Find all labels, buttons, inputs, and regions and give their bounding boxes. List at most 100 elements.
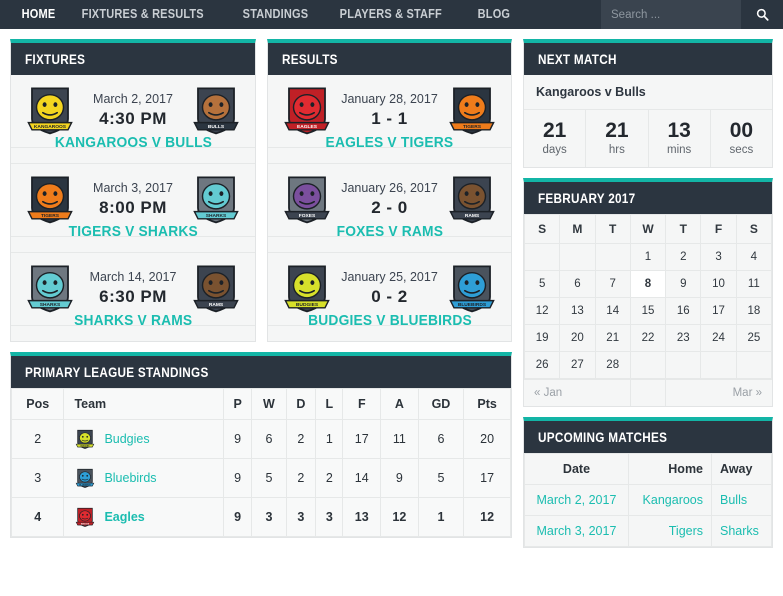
calendar-day-3[interactable]: 3 [700,243,737,272]
nav-item-home[interactable]: Home [12,0,65,29]
search-input[interactable] [611,8,741,21]
standings-for: 13 [342,497,382,537]
team-crest-rams: RAMS [193,265,239,313]
upcoming-date[interactable]: March 3, 2017 [524,515,629,548]
standings-team-cell: EAGLES Eagles [63,497,224,537]
calendar-day-10[interactable]: 10 [700,270,737,299]
search-area [601,0,783,29]
calendar-day-24[interactable]: 24 [700,324,737,353]
calendar-empty-cell [665,351,702,380]
upcoming-header-row: Date Home Away [524,453,772,486]
standings-goal-difference: 5 [417,458,465,498]
calendar-day-14[interactable]: 14 [594,297,631,326]
top-navigation-bar: Home Fixtures & Results Standings Players &… [0,0,783,29]
standings-col-f: F [342,388,382,420]
calendar-day-25[interactable]: 25 [735,324,772,353]
fixture-details: March 14, 2017 6:30 PM [77,270,189,307]
standings-team-link[interactable]: Budgies [104,432,149,446]
upcoming-row: March 2, 2017 Kangaroos Bulls [524,484,772,517]
calendar-panel-title: February 2017 [524,182,772,215]
upcoming-away-team[interactable]: Bulls [711,484,772,517]
calendar-day-6[interactable]: 6 [559,270,596,299]
calendar-weekday-2: T [594,214,631,245]
calendar-weekday-3: W [629,214,667,245]
upcoming-panel-title: Upcoming Matches [524,421,772,454]
result-details: January 26, 2017 2 - 0 [334,181,445,218]
svg-text:BLUEBIRDS: BLUEBIRDS [80,484,92,486]
standings-body: 2 BUDGIES Budgies 9 6 2 1 17 11 6 20 3 B… [11,419,511,537]
calendar-week-row: 1234 [524,243,772,272]
countdown-label: hrs [608,144,625,157]
upcoming-row: March 3, 2017 Tigers Sharks [524,515,772,548]
upcoming-home-team[interactable]: Kangaroos [627,484,713,517]
calendar-day-20[interactable]: 20 [559,324,596,353]
standings-col-d: D [285,388,317,420]
calendar-day-26[interactable]: 26 [524,351,561,380]
results-panel: Results EAGLES January 28, 2017 1 - 1 TI… [267,39,512,342]
calendar-nav-spacer [631,380,666,407]
nav-item-blog[interactable]: Blog [468,0,520,29]
calendar-day-9[interactable]: 9 [665,270,702,299]
standings-team-link[interactable]: Bluebirds [104,471,156,485]
fixture-item: SHARKS March 14, 2017 6:30 PM RAMS Shark… [11,253,255,341]
calendar-next-month[interactable]: Mar » [666,380,772,406]
calendar-day-8[interactable]: 8 [629,270,667,299]
nav-item-players-staff[interactable]: Players & Staff [330,0,452,29]
calendar-weekday-6: S [735,214,772,245]
standings-team-link[interactable]: Eagles [104,510,144,524]
calendar-day-17[interactable]: 17 [700,297,737,326]
calendar-day-27[interactable]: 27 [559,351,596,380]
search-submit-button[interactable] [741,0,783,29]
upcoming-date[interactable]: March 2, 2017 [524,484,629,517]
standings-won: 5 [251,458,287,498]
calendar-empty-cell [629,351,667,380]
upcoming-col-date: Date [524,453,629,486]
upcoming-home-team[interactable]: Tigers [627,515,713,548]
search-box[interactable] [601,0,741,29]
countdown-cell-days: 21 days [524,110,587,168]
upcoming-away-team[interactable]: Sharks [711,515,772,548]
countdown-value: 00 [729,119,754,142]
team-crest-tigers: TIGERS [449,87,495,135]
calendar-day-7[interactable]: 7 [594,270,631,299]
fixture-date: March 14, 2017 [89,269,177,284]
calendar-weekday-5: F [700,214,737,245]
calendar-navigation: « Jan Mar » [524,379,772,407]
calendar-day-16[interactable]: 16 [665,297,702,326]
countdown-value: 21 [605,119,629,142]
standings-position: 2 [11,419,65,459]
countdown-label: secs [729,144,754,157]
calendar-day-28[interactable]: 28 [594,351,631,380]
calendar-day-13[interactable]: 13 [559,297,596,326]
calendar-day-15[interactable]: 15 [629,297,667,326]
team-crest-budgies: BUDGIES [76,429,95,449]
countdown-label: days [542,144,567,157]
calendar-day-11[interactable]: 11 [735,270,772,299]
calendar-day-2[interactable]: 2 [665,243,702,272]
standings-row: 3 BLUEBIRDS Bluebirds 9 5 2 2 14 9 5 17 [11,458,511,498]
standings-points: 12 [463,497,511,537]
calendar-day-18[interactable]: 18 [735,297,772,326]
calendar-day-1[interactable]: 1 [629,243,667,272]
standings-position: 3 [11,458,65,498]
standings-for: 14 [342,458,382,498]
calendar-day-21[interactable]: 21 [594,324,631,353]
calendar-prev-month[interactable]: « Jan [524,380,631,407]
calendar-day-19[interactable]: 19 [524,324,561,353]
result-item: FOXES January 26, 2017 2 - 0 RAMS Foxes … [268,164,511,253]
page-body: Fixtures KANGAROOS March 2, 2017 4:30 PM… [0,29,783,596]
fixture-details: March 3, 2017 8:00 PM [77,181,189,218]
calendar-day-5[interactable]: 5 [524,270,561,299]
standings-played: 9 [222,419,253,459]
calendar-weekday-0: S [524,214,561,245]
standings-col-team: Team [63,388,224,420]
calendar-day-4[interactable]: 4 [735,243,772,272]
nav-item-standings[interactable]: Standings [233,0,318,29]
svg-text:TIGERS: TIGERS [463,124,482,130]
nav-item-fixtures-results[interactable]: Fixtures & Results [72,0,214,29]
result-details: January 28, 2017 1 - 1 [334,92,445,129]
team-crest-bulls: BULLS [193,87,239,135]
calendar-day-23[interactable]: 23 [665,324,702,353]
calendar-day-22[interactable]: 22 [629,324,667,353]
calendar-day-12[interactable]: 12 [524,297,561,326]
